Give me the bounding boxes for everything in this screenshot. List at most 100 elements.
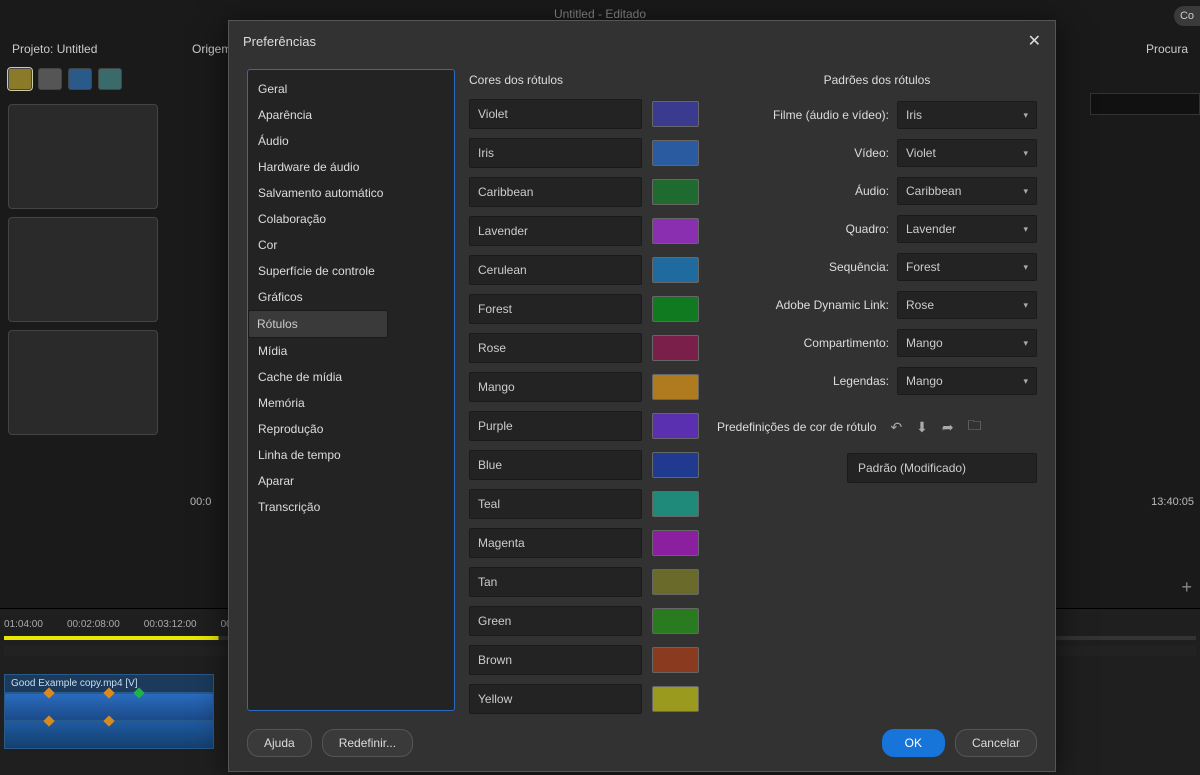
label-name-input[interactable] [469,645,642,675]
default-label: Áudio: [717,184,889,198]
sidebar-item-aparar[interactable]: Aparar [248,468,454,494]
color-swatch[interactable] [652,218,699,244]
timecode-right: 13:40:05 [1151,496,1194,508]
bin-slot[interactable] [8,217,158,322]
color-swatch[interactable] [652,413,699,439]
label-name-input[interactable] [469,255,642,285]
cancel-button[interactable]: Cancelar [955,729,1037,757]
sidebar-item-cor[interactable]: Cor [248,232,454,258]
project-panel-title: Projeto: Untitled [8,36,172,62]
label-name-input[interactable] [469,99,642,129]
right-panel: Procura 13:40:05 + [1080,28,1200,608]
default-select[interactable]: Mango▾ [897,367,1037,395]
add-icon[interactable]: + [1181,577,1192,598]
label-chip[interactable] [38,68,62,90]
sidebar-item-linha-de-tempo[interactable]: Linha de tempo [248,442,454,468]
default-label: Filme (áudio e vídeo): [717,108,889,122]
default-select[interactable]: Rose▾ [897,291,1037,319]
default-select[interactable]: Forest▾ [897,253,1037,281]
ok-button[interactable]: OK [882,729,945,757]
search-input[interactable] [1090,93,1200,115]
dialog-title: Preferências [243,34,316,49]
label-name-input[interactable] [469,567,642,597]
bin-slot[interactable] [8,104,158,209]
color-swatch[interactable] [652,374,699,400]
default-select[interactable]: Caribbean▾ [897,177,1037,205]
color-swatch[interactable] [652,491,699,517]
close-icon[interactable]: ✕ [1028,31,1041,51]
search-label: Procura [1084,36,1192,62]
sidebar-item--udio[interactable]: Áudio [248,128,454,154]
sidebar-item-apar-ncia[interactable]: Aparência [248,102,454,128]
color-swatch[interactable] [652,335,699,361]
sidebar-item-r-tulos[interactable]: Rótulos [248,310,388,338]
color-swatch[interactable] [652,101,699,127]
color-swatch[interactable] [652,257,699,283]
chevron-down-icon: ▾ [1023,262,1028,273]
sidebar-item-m-dia[interactable]: Mídia [248,338,454,364]
sidebar-item-hardware-de-udio[interactable]: Hardware de áudio [248,154,454,180]
color-swatch[interactable] [652,530,699,556]
default-label: Quadro: [717,222,889,236]
default-label: Legendas: [717,374,889,388]
default-label: Compartimento: [717,336,889,350]
sidebar-item-mem-ria[interactable]: Memória [248,390,454,416]
bin-slot[interactable] [8,330,158,435]
sidebar-item-colabora-o[interactable]: Colaboração [248,206,454,232]
folder-icon[interactable]: 🗀 [968,415,982,439]
label-name-input[interactable] [469,138,642,168]
clip-audio-track[interactable] [4,721,214,749]
preferences-sidebar: GeralAparênciaÁudioHardware de áudioSalv… [247,69,455,711]
sidebar-item-superf-cie-de-controle[interactable]: Superfície de controle [248,258,454,284]
default-select[interactable]: Iris▾ [897,101,1037,129]
color-swatch[interactable] [652,569,699,595]
label-name-input[interactable] [469,333,642,363]
ruler-tick-label: 01:04:00 [4,619,43,630]
color-swatch[interactable] [652,647,699,673]
color-swatch[interactable] [652,179,699,205]
label-name-input[interactable] [469,606,642,636]
undo-icon[interactable]: ↶ [890,419,902,436]
default-select[interactable]: Violet▾ [897,139,1037,167]
default-label: Sequência: [717,260,889,274]
label-name-input[interactable] [469,411,642,441]
project-panel: Projeto: Untitled [0,28,180,608]
label-name-input[interactable] [469,177,642,207]
default-select[interactable]: Mango▾ [897,329,1037,357]
reset-button[interactable]: Redefinir... [322,729,413,757]
sidebar-item-gr-ficos[interactable]: Gráficos [248,284,454,310]
color-swatch[interactable] [652,296,699,322]
chevron-down-icon: ▾ [1023,186,1028,197]
label-name-input[interactable] [469,450,642,480]
color-swatch[interactable] [652,608,699,634]
label-chip[interactable] [68,68,92,90]
label-name-input[interactable] [469,528,642,558]
label-name-input[interactable] [469,372,642,402]
default-label: Vídeo: [717,146,889,160]
label-name-input[interactable] [469,294,642,324]
label-name-input[interactable] [469,489,642,519]
sidebar-item-reprodu-o[interactable]: Reprodução [248,416,454,442]
preset-label: Predefinições de cor de rótulo [717,420,876,434]
sidebar-item-geral[interactable]: Geral [248,76,454,102]
chevron-down-icon: ▾ [1023,148,1028,159]
preset-select[interactable]: Padrão (Modificado) [847,453,1037,483]
ruler-tick-label: 00:02:08:00 [67,619,120,630]
sidebar-item-cache-de-m-dia[interactable]: Cache de mídia [248,364,454,390]
label-chip[interactable] [98,68,122,90]
chevron-down-icon: ▾ [1023,110,1028,121]
sidebar-item-salvamento-autom-tico[interactable]: Salvamento automático [248,180,454,206]
color-swatch[interactable] [652,686,699,712]
label-name-input[interactable] [469,684,642,714]
download-icon[interactable]: ⬇ [916,419,928,436]
help-button[interactable]: Ajuda [247,729,312,757]
sidebar-item-transcri-o[interactable]: Transcrição [248,494,454,520]
label-chip[interactable] [8,68,32,90]
label-name-input[interactable] [469,216,642,246]
default-select[interactable]: Lavender▾ [897,215,1037,243]
top-right-button[interactable]: Co [1174,6,1200,26]
chevron-down-icon: ▾ [1023,300,1028,311]
export-icon[interactable]: ➦ [942,419,954,436]
color-swatch[interactable] [652,452,699,478]
color-swatch[interactable] [652,140,699,166]
